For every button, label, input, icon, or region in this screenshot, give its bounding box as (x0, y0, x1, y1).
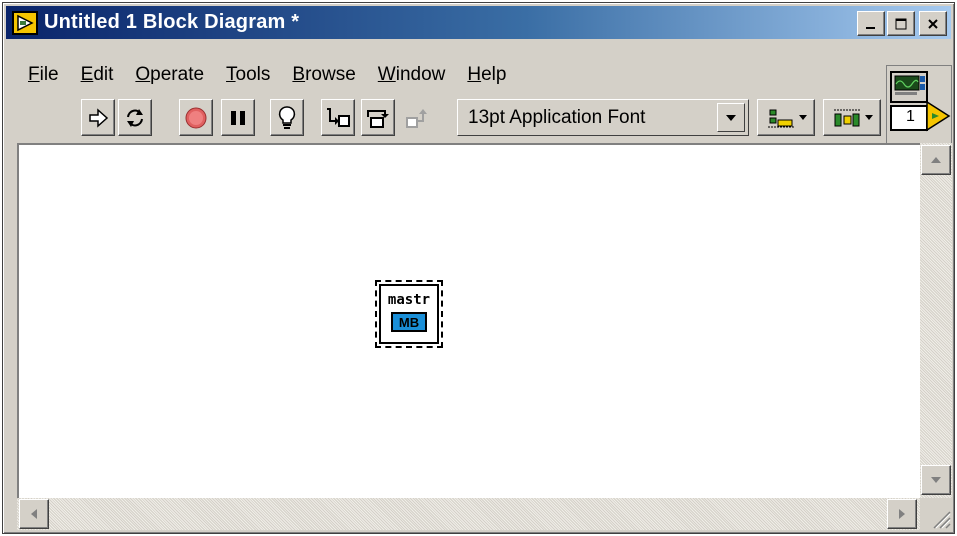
abort-icon (185, 107, 207, 128)
step-over-icon (367, 109, 389, 128)
font-selector-value: 13pt Application Font (468, 106, 646, 128)
step-over-button[interactable] (361, 99, 395, 136)
pause-button[interactable] (221, 99, 255, 136)
vi-icon-graphic (890, 71, 951, 132)
subvi-node-mastr[interactable]: mastr MB (375, 280, 443, 348)
menu-bar: File Edit Operate Tools Browse Window He… (6, 61, 517, 89)
distribute-objects-icon (833, 109, 860, 126)
resize-grip[interactable] (920, 498, 952, 530)
scroll-left-button[interactable] (19, 499, 49, 529)
highlight-execution-icon (278, 105, 296, 129)
run-icon (89, 107, 109, 128)
subvi-label: mastr (387, 292, 431, 308)
step-out-button[interactable] (401, 99, 435, 136)
horizontal-scrollbar[interactable] (17, 498, 920, 530)
title-bar[interactable]: Untitled 1 Block Diagram * (6, 6, 951, 39)
run-continuously-button[interactable] (118, 99, 152, 136)
minimize-button[interactable] (857, 11, 885, 36)
step-out-icon (406, 108, 427, 128)
scroll-right-button[interactable] (887, 499, 917, 529)
menu-tools[interactable]: Tools (215, 64, 281, 86)
distribute-objects-button[interactable] (823, 99, 881, 136)
close-icon (928, 18, 938, 29)
arrow-up-icon (931, 157, 941, 163)
minimize-icon (866, 26, 875, 29)
labview-vi-icon (12, 10, 38, 35)
vi-icon-connector-pane[interactable]: 1 (886, 65, 952, 145)
menu-operate[interactable]: Operate (124, 64, 215, 86)
step-into-button[interactable] (321, 99, 355, 136)
highlight-execution-button[interactable] (270, 99, 304, 136)
menu-edit[interactable]: Edit (70, 64, 125, 86)
chevron-down-icon (864, 114, 873, 120)
toolbar: 13pt Application Font (3, 99, 883, 139)
abort-button[interactable] (179, 99, 213, 136)
menu-browse[interactable]: Browse (281, 64, 366, 86)
maximize-icon (895, 18, 907, 29)
subvi-icon: mastr MB (379, 284, 439, 344)
arrow-down-icon (931, 477, 941, 483)
arrow-right-icon (899, 509, 905, 519)
menu-window[interactable]: Window (367, 64, 457, 86)
arrow-left-icon (31, 509, 37, 519)
run-continuously-icon (127, 108, 143, 127)
chevron-down-icon (798, 114, 807, 120)
vertical-scrollbar[interactable] (920, 143, 952, 498)
maximize-button[interactable] (887, 11, 915, 36)
window-title: Untitled 1 Block Diagram * (44, 11, 300, 33)
connector-pane-number: 1 (906, 108, 915, 125)
menu-help[interactable]: Help (456, 64, 517, 86)
block-diagram-window: Untitled 1 Block Diagram * File Edit Ope… (2, 2, 955, 534)
align-objects-icon (767, 109, 794, 127)
close-button[interactable] (919, 11, 947, 36)
font-selector[interactable]: 13pt Application Font (457, 99, 749, 136)
subvi-badge: MB (391, 312, 427, 332)
pause-icon (231, 110, 245, 125)
resize-grip-icon (933, 511, 951, 529)
scroll-down-button[interactable] (921, 465, 951, 495)
block-diagram-canvas[interactable] (17, 143, 920, 498)
step-into-icon (327, 107, 350, 127)
scroll-up-button[interactable] (921, 145, 951, 175)
chevron-down-icon[interactable] (717, 103, 745, 132)
menu-file[interactable]: File (6, 64, 70, 86)
run-button[interactable] (81, 99, 115, 136)
align-objects-button[interactable] (757, 99, 815, 136)
